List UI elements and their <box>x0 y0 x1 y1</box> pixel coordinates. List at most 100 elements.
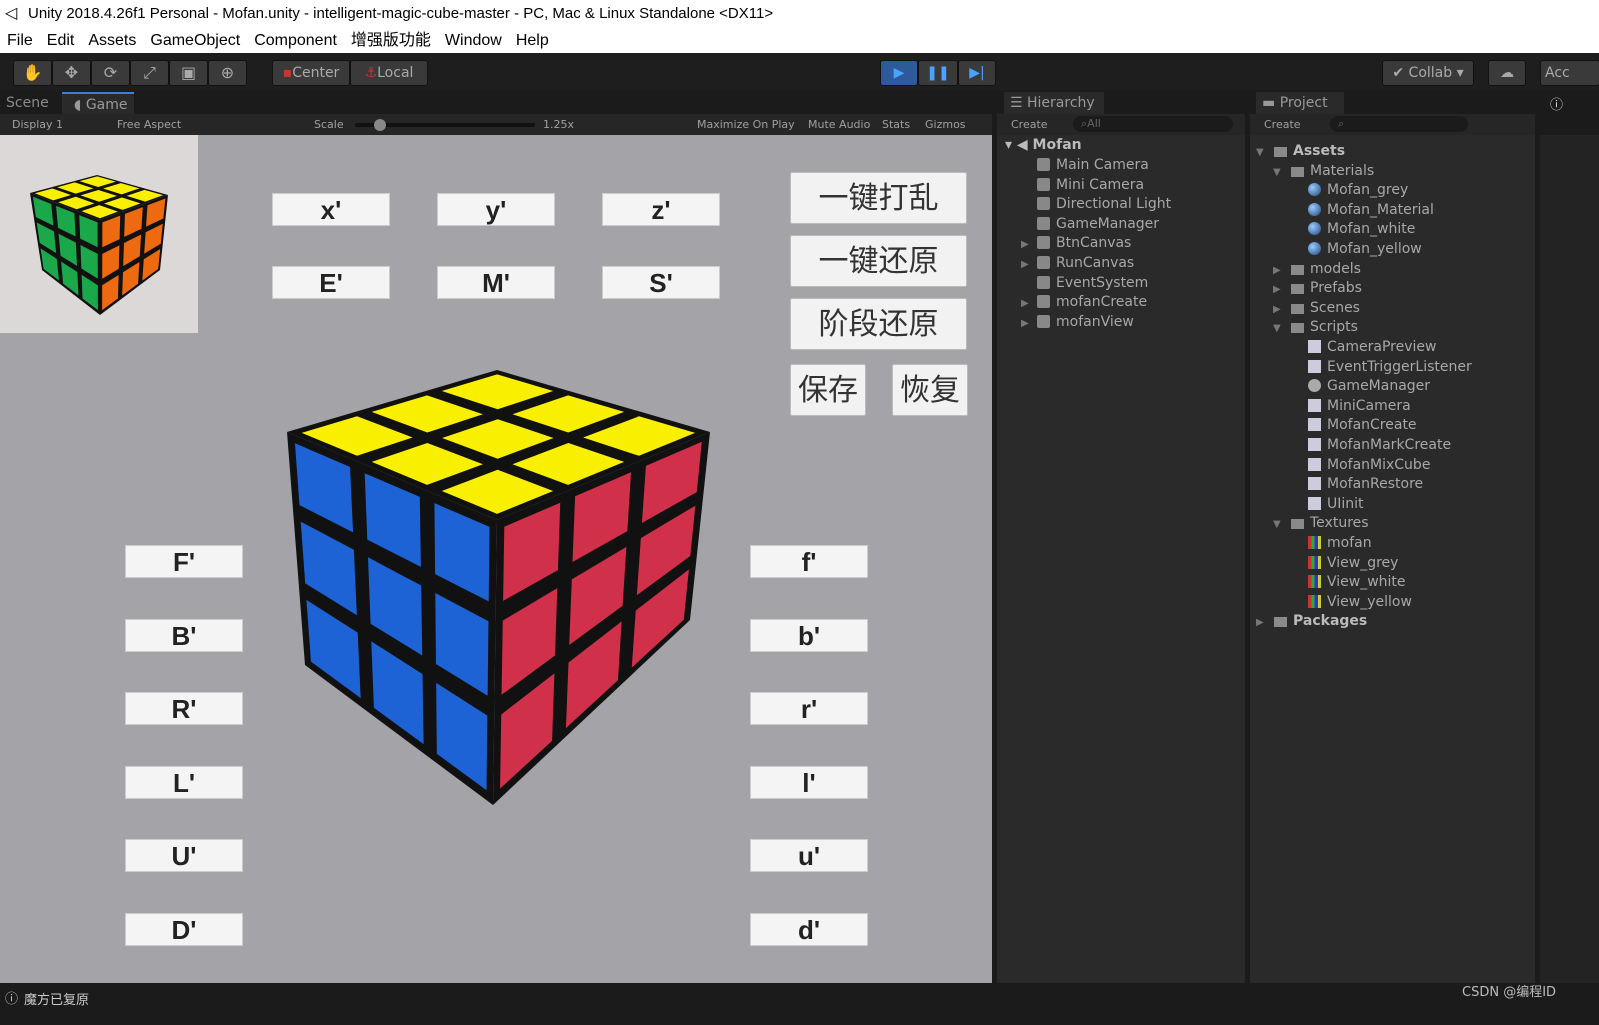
hierarchy-item[interactable]: ▶ mofanCreate <box>1021 292 1147 312</box>
rotate-icon[interactable]: ⟳ <box>91 60 130 86</box>
rotate-button[interactable]: F' <box>125 545 243 578</box>
rotate-button[interactable]: y' <box>437 193 555 226</box>
rotate-button[interactable]: r' <box>750 692 868 725</box>
project-item-script[interactable]: MofanRestore <box>1290 474 1423 494</box>
pivot-local-button[interactable]: ⚓Local <box>350 60 428 86</box>
project-item-folder[interactable]: ▼ Materials <box>1273 161 1374 181</box>
project-item-texture[interactable]: View_yellow <box>1290 592 1412 612</box>
tab-project[interactable]: ▬ Project <box>1256 92 1344 114</box>
rotate-button[interactable]: z' <box>602 193 720 226</box>
project-item-texture[interactable]: View_white <box>1290 572 1406 592</box>
project-item-material[interactable]: Mofan_grey <box>1290 180 1408 200</box>
account-button[interactable]: Acc <box>1540 60 1599 86</box>
move-icon[interactable]: ✥ <box>52 60 91 86</box>
menu-item[interactable]: File <box>0 28 40 53</box>
expand-arrow-icon[interactable]: ▶ <box>1021 314 1037 334</box>
project-item-folder[interactable]: ▶ Packages <box>1256 611 1367 631</box>
project-item-script[interactable]: MofanMarkCreate <box>1290 435 1451 455</box>
gizmos-dropdown[interactable]: Gizmos <box>925 114 966 135</box>
project-search-input[interactable]: ⌕ <box>1330 116 1468 132</box>
project-item-folder[interactable]: ▶ Prefabs <box>1273 278 1362 298</box>
project-item-folder[interactable]: ▼ Scripts <box>1273 317 1358 337</box>
rotate-button[interactable]: S' <box>602 266 720 299</box>
project-item-texture[interactable]: mofan <box>1290 533 1372 553</box>
project-item-folder[interactable]: ▶ models <box>1273 259 1361 279</box>
hierarchy-item[interactable]: Main Camera <box>1021 155 1149 175</box>
hierarchy-item[interactable]: ▶ mofanView <box>1021 312 1134 332</box>
menu-item[interactable]: Assets <box>81 28 143 53</box>
menu-item[interactable]: GameObject <box>143 28 247 53</box>
pause-button[interactable]: ❚❚ <box>918 60 958 86</box>
rotate-button[interactable]: D' <box>125 912 243 946</box>
collapse-arrow-icon[interactable]: ▼ <box>1256 143 1274 163</box>
scene-root[interactable]: ▾ ◀ Mofan <box>1005 135 1082 155</box>
hierarchy-item[interactable]: GameManager <box>1021 214 1159 234</box>
hand-icon[interactable]: ✋ <box>13 60 52 86</box>
game-view[interactable]: x' y' z' E' M' S' F' B' R' L' U' D' f' b' r' l' u' d' 一键打乱… <box>0 135 992 983</box>
collapse-arrow-icon[interactable]: ▼ <box>1273 319 1291 339</box>
rotate-button[interactable]: x' <box>272 193 390 226</box>
collapse-arrow-icon[interactable]: ▼ <box>1273 163 1291 183</box>
menu-item[interactable]: 增强版功能 <box>344 28 438 53</box>
rect-icon[interactable]: ▣ <box>169 60 208 86</box>
tab-scene[interactable]: Scene <box>0 92 55 114</box>
play-button[interactable]: ▶ <box>880 60 918 86</box>
solve-button[interactable]: 一键还原 <box>790 235 967 287</box>
cloud-icon[interactable]: ☁ <box>1488 60 1526 86</box>
tab-game[interactable]: ◖ Game <box>62 92 134 114</box>
hierarchy-item[interactable]: Directional Light <box>1021 194 1171 214</box>
project-item-script[interactable]: CameraPreview <box>1290 337 1436 357</box>
save-button[interactable]: 保存 <box>790 364 866 416</box>
restore-button[interactable]: 恢复 <box>892 364 968 416</box>
rotate-button[interactable]: L' <box>125 765 243 799</box>
collab-button[interactable]: ✔ Collab ▾ <box>1382 60 1474 86</box>
project-item-material[interactable]: Mofan_Material <box>1290 200 1434 220</box>
aspect-dropdown[interactable]: Free Aspect <box>117 114 181 135</box>
project-item-material[interactable]: Mofan_white <box>1290 219 1415 239</box>
step-button[interactable]: ▶| <box>958 60 996 86</box>
hierarchy-create-button[interactable]: Create <box>1011 114 1048 135</box>
project-item-folder[interactable]: ▼ Assets <box>1256 141 1345 161</box>
project-item-folder[interactable]: ▼ Textures <box>1273 513 1369 533</box>
expand-arrow-icon[interactable]: ▶ <box>1256 613 1274 633</box>
project-create-button[interactable]: Create <box>1264 114 1301 135</box>
project-item-texture[interactable]: View_grey <box>1290 553 1398 573</box>
rotate-button[interactable]: B' <box>125 618 243 652</box>
rotate-button[interactable]: f' <box>750 545 868 578</box>
mute-audio-toggle[interactable]: Mute Audio <box>808 114 870 135</box>
project-item-folder[interactable]: ▶ Scenes <box>1273 298 1360 318</box>
display-dropdown[interactable]: Display 1 <box>12 114 63 135</box>
scramble-button[interactable]: 一键打乱 <box>790 172 967 224</box>
maximize-on-play-toggle[interactable]: Maximize On Play <box>697 114 795 135</box>
rotate-button[interactable]: R' <box>125 692 243 725</box>
project-item-script[interactable]: EventTriggerListener <box>1290 357 1472 377</box>
stats-toggle[interactable]: Stats <box>882 114 910 135</box>
scale-icon[interactable]: ⤢ <box>130 60 169 86</box>
project-item-script[interactable]: MofanCreate <box>1290 415 1417 435</box>
pivot-center-button[interactable]: ▪Center <box>272 60 350 86</box>
hierarchy-search-input[interactable]: ⌕ All <box>1073 116 1233 132</box>
menu-item[interactable]: Help <box>509 28 556 53</box>
project-item-material[interactable]: Mofan_yellow <box>1290 239 1422 259</box>
rotate-button[interactable]: M' <box>437 266 555 299</box>
scale-slider-thumb[interactable] <box>374 119 386 131</box>
menu-item[interactable]: Edit <box>40 28 82 53</box>
rotate-button[interactable]: d' <box>750 912 868 946</box>
menu-item[interactable]: Window <box>438 28 509 53</box>
hierarchy-item[interactable]: Mini Camera <box>1021 175 1144 195</box>
rotate-button[interactable]: l' <box>750 765 868 799</box>
tab-hierarchy[interactable]: ☰ Hierarchy <box>1004 92 1104 114</box>
rotate-button[interactable]: U' <box>125 839 243 872</box>
rotate-button[interactable]: E' <box>272 266 390 299</box>
hierarchy-item[interactable]: EventSystem <box>1021 273 1148 293</box>
hierarchy-item[interactable]: ▶ BtnCanvas <box>1021 233 1131 253</box>
project-item-script[interactable]: UIinit <box>1290 494 1364 514</box>
menu-item[interactable]: Component <box>247 28 344 53</box>
collapse-arrow-icon[interactable]: ▼ <box>1273 515 1291 535</box>
info-icon[interactable]: ⓘ <box>1550 94 1563 113</box>
rotate-button[interactable]: u' <box>750 839 868 872</box>
stage-solve-button[interactable]: 阶段还原 <box>790 298 967 350</box>
rotate-button[interactable]: b' <box>750 618 868 652</box>
project-item-script[interactable]: MiniCamera <box>1290 396 1411 416</box>
project-item-gear[interactable]: GameManager <box>1290 376 1430 396</box>
